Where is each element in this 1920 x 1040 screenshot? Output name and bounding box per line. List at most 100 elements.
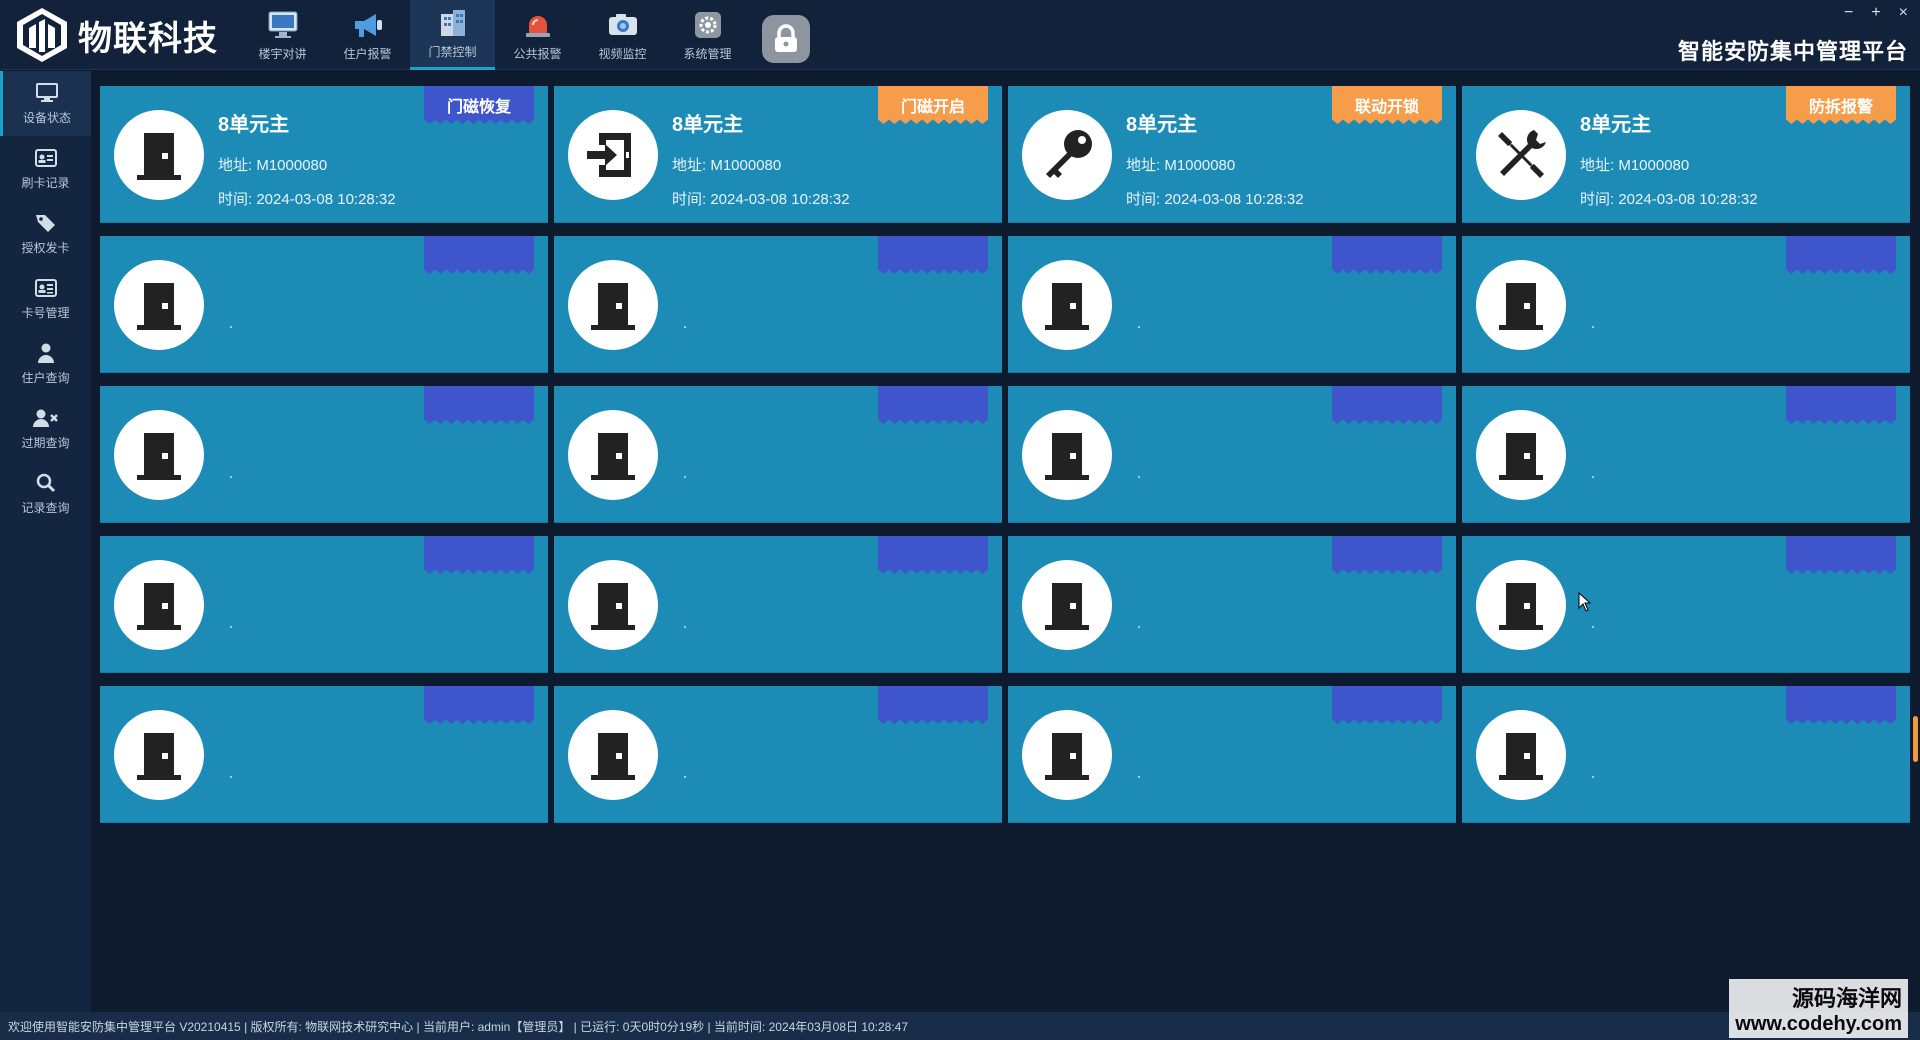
status-badge — [424, 386, 534, 424]
status-badge — [1786, 686, 1896, 724]
door-closed-icon — [137, 583, 181, 630]
device-card[interactable]: 8单元主 地址: M1000080 时间: 2024-03-08 10:28:3… — [100, 86, 548, 223]
device-card-empty[interactable] — [1462, 386, 1910, 523]
door-closed-icon — [137, 733, 181, 780]
sidebar-item-label: 过期查询 — [21, 436, 70, 450]
brand-name: 物联科技 — [78, 19, 218, 58]
maximize-button[interactable]: + — [1871, 4, 1880, 22]
device-card-empty[interactable] — [100, 536, 548, 673]
door-closed-icon — [591, 583, 635, 630]
device-card-empty[interactable] — [100, 236, 548, 373]
lock-button[interactable] — [762, 15, 810, 63]
nav-item-resident-alarm[interactable]: 住户报警 — [325, 0, 410, 70]
nav-item-intercom[interactable]: 楼宇对讲 — [240, 0, 325, 70]
device-card-empty[interactable] — [554, 536, 1002, 673]
door-closed-icon — [137, 283, 181, 330]
device-placeholder-dot — [1138, 476, 1140, 478]
lock-icon — [775, 24, 797, 52]
door-closed-icon — [1045, 283, 1089, 330]
device-name: 8单元主 — [1580, 114, 1652, 136]
device-icon-circle — [114, 410, 204, 500]
status-badge: 门磁开启 — [878, 86, 988, 124]
window-controls: − + × — [1844, 4, 1908, 22]
card-list-icon — [33, 276, 59, 300]
device-placeholder-dot — [1592, 626, 1594, 628]
device-card[interactable]: 8单元主 地址: M1000080 时间: 2024-03-08 10:28:3… — [1462, 86, 1910, 223]
sidebar-item-swipe-records[interactable]: 刷卡记录 — [0, 136, 91, 201]
door-closed-icon — [1499, 583, 1543, 630]
sidebar-item-card-management[interactable]: 卡号管理 — [0, 266, 91, 331]
device-address: 地址: M1000080 — [1126, 157, 1236, 174]
device-icon-circle — [114, 560, 204, 650]
status-bar: 欢迎使用智能安防集中管理平台 V20210415 | 版权所有: 物联网技术研究… — [0, 1012, 1920, 1040]
device-name: 8单元主 — [672, 114, 744, 136]
device-card-empty[interactable] — [1008, 386, 1456, 523]
tag-icon — [33, 211, 59, 235]
watermark-line1: 源码海洋网 — [1791, 986, 1902, 1011]
device-placeholder-dot — [684, 326, 686, 328]
device-card-empty[interactable] — [1462, 236, 1910, 373]
device-icon-circle — [1022, 410, 1112, 500]
door-closed-icon — [1499, 733, 1543, 780]
device-card-empty[interactable] — [1462, 686, 1910, 823]
device-card-empty[interactable] — [554, 686, 1002, 823]
device-grid-panel: 8单元主 地址: M1000080 时间: 2024-03-08 10:28:3… — [100, 86, 1910, 826]
device-icon-circle — [114, 110, 204, 200]
status-badge — [424, 236, 534, 274]
status-badge — [1332, 536, 1442, 574]
device-icon-circle — [1476, 260, 1566, 350]
device-time: 时间: 2024-03-08 10:28:32 — [218, 191, 396, 208]
nav-item-system-management[interactable]: 系统管理 — [665, 0, 750, 70]
device-time: 时间: 2024-03-08 10:28:32 — [672, 191, 850, 208]
nav-item-access-control[interactable]: 门禁控制 — [410, 0, 495, 70]
nav-item-video-surveillance[interactable]: 视频监控 — [580, 0, 665, 70]
device-placeholder-dot — [230, 776, 232, 778]
sidebar-item-resident-query[interactable]: 住户查询 — [0, 331, 91, 396]
door-closed-icon — [137, 133, 181, 180]
device-card-empty[interactable] — [1008, 536, 1456, 673]
grid-scrollbar[interactable] — [1912, 86, 1918, 826]
close-button[interactable]: × — [1899, 4, 1908, 22]
device-icon-circle — [1022, 560, 1112, 650]
device-card-empty[interactable] — [1462, 536, 1910, 673]
nav-item-public-alarm[interactable]: 公共报警 — [495, 0, 580, 70]
device-card-empty[interactable] — [1008, 236, 1456, 373]
device-card-empty[interactable] — [100, 386, 548, 523]
device-icon-circle — [1476, 410, 1566, 500]
sidebar-item-expired-query[interactable]: 过期查询 — [0, 396, 91, 461]
device-icon-circle — [1022, 710, 1112, 800]
status-badge — [1786, 386, 1896, 424]
sidebar-item-device-status[interactable]: 设备状态 — [0, 71, 91, 136]
door-closed-icon — [1045, 733, 1089, 780]
nav-label: 视频监控 — [598, 46, 647, 61]
device-card[interactable]: 8单元主 地址: M1000080 时间: 2024-03-08 10:28:3… — [1008, 86, 1456, 223]
brand-logo: 物联科技 — [14, 6, 218, 64]
device-placeholder-dot — [684, 476, 686, 478]
device-placeholder-dot — [1592, 776, 1594, 778]
device-icon-circle — [568, 560, 658, 650]
device-placeholder-dot — [684, 776, 686, 778]
device-icon-circle — [1022, 260, 1112, 350]
door-closed-icon — [1045, 433, 1089, 480]
door-closed-icon — [1045, 583, 1089, 630]
sidebar-item-label: 设备状态 — [22, 111, 71, 125]
device-address: 地址: M1000080 — [218, 157, 328, 174]
sidebar-item-label: 住户查询 — [21, 371, 70, 385]
status-badge — [424, 536, 534, 574]
device-placeholder-dot — [1138, 326, 1140, 328]
tools-icon — [1498, 130, 1546, 178]
monitor-icon — [266, 9, 300, 41]
sidebar-item-authorize-card[interactable]: 授权发卡 — [0, 201, 91, 266]
nav-label: 系统管理 — [683, 46, 732, 61]
device-card-empty[interactable] — [100, 686, 548, 823]
minimize-button[interactable]: − — [1844, 4, 1853, 22]
sidebar-item-record-query[interactable]: 记录查询 — [0, 461, 91, 526]
device-card-empty[interactable] — [1008, 686, 1456, 823]
watermark-line2: www.codehy.com — [1735, 1013, 1902, 1035]
door-closed-icon — [591, 283, 635, 330]
device-card-empty[interactable] — [554, 236, 1002, 373]
device-card-empty[interactable] — [554, 386, 1002, 523]
device-card[interactable]: 8单元主 地址: M1000080 时间: 2024-03-08 10:28:3… — [554, 86, 1002, 223]
scrollbar-thumb[interactable] — [1913, 716, 1918, 762]
door-closed-icon — [137, 433, 181, 480]
